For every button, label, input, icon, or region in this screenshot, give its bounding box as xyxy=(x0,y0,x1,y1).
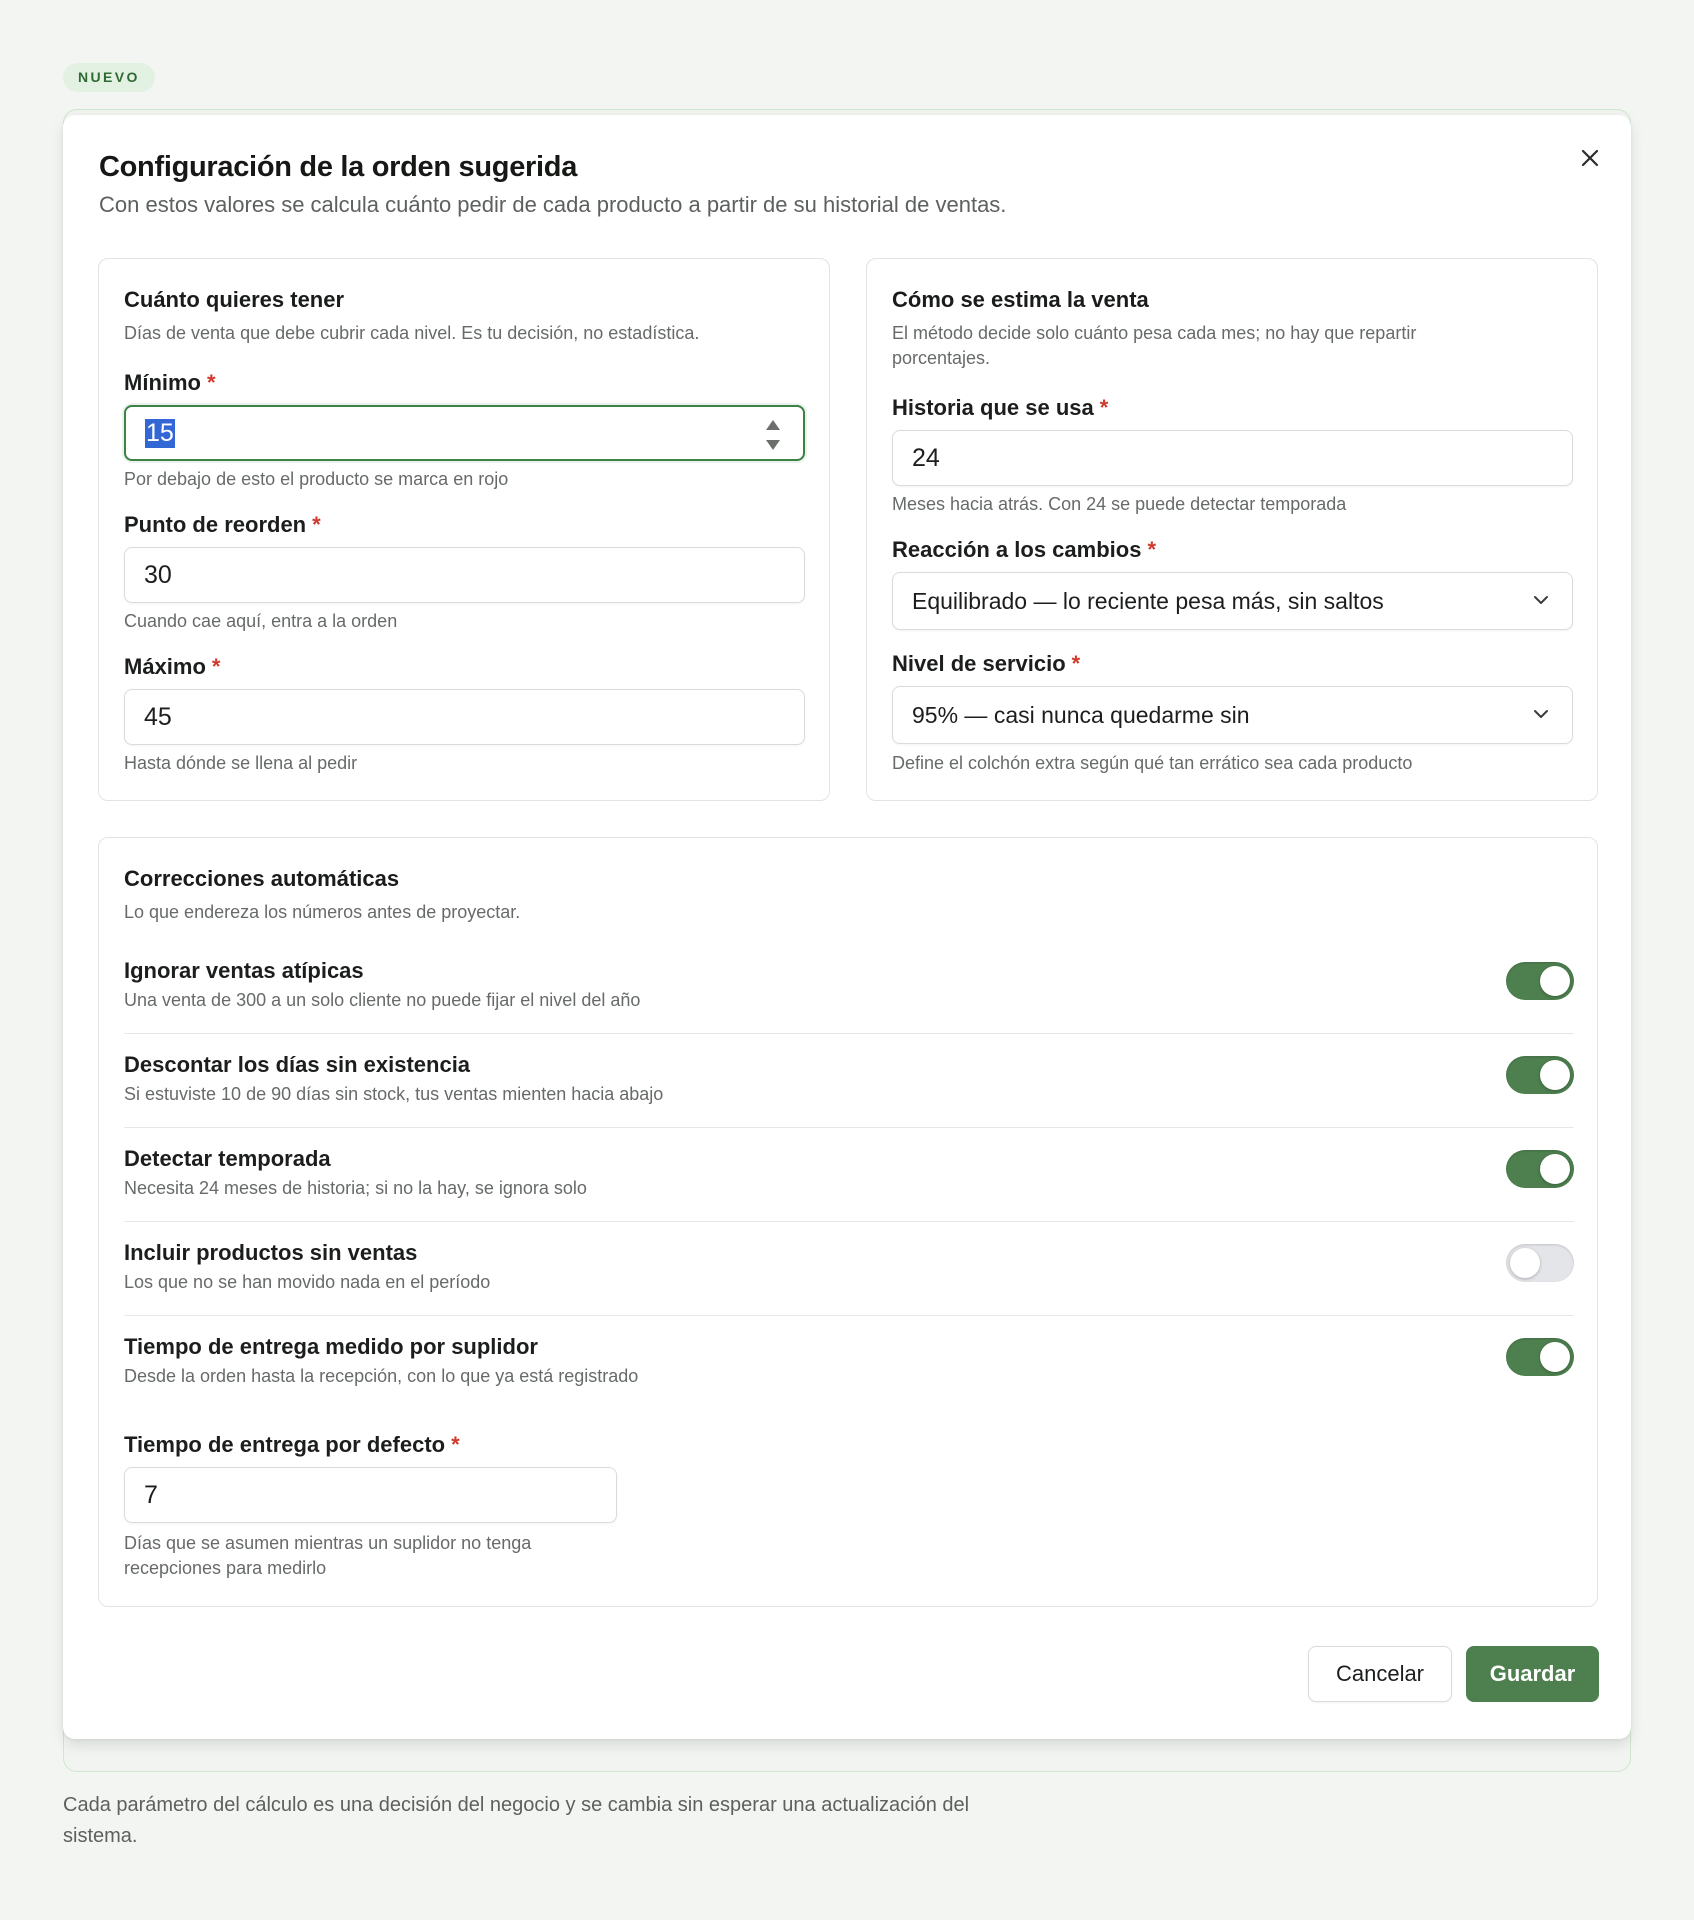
service-level-select[interactable]: 95% — casi nunca quedarme sin xyxy=(892,686,1573,744)
close-icon xyxy=(1581,149,1599,167)
lead-time-value: 7 xyxy=(144,1480,158,1509)
toggle-switch-supplier-lead-time[interactable] xyxy=(1506,1338,1574,1376)
maximum-value: 45 xyxy=(144,702,172,731)
required-asterisk: * xyxy=(1099,395,1109,420)
stepper-down-icon[interactable] xyxy=(766,440,780,450)
toggle-label: Detectar temporada xyxy=(124,1146,331,1171)
reaction-select[interactable]: Equilibrado — lo reciente pesa más, sin … xyxy=(892,572,1573,630)
required-asterisk: * xyxy=(211,654,221,679)
toggle-label: Ignorar ventas atípicas xyxy=(124,958,364,983)
minimum-label: Mínimo * xyxy=(124,370,216,395)
card-description: Lo que endereza los números antes de pro… xyxy=(124,902,521,922)
toggle-label: Descontar los días sin existencia xyxy=(124,1052,471,1077)
number-stepper[interactable] xyxy=(765,420,781,450)
reorder-input[interactable]: 30 xyxy=(124,547,805,603)
footer-note: Cada parámetro del cálculo es una decisi… xyxy=(63,1794,970,1847)
service-level-hint: Define el colchón extra según qué tan er… xyxy=(892,753,1413,773)
toggle-row-no-sales: Incluir productos sin ventas Los que no … xyxy=(124,1222,1574,1316)
close-button[interactable] xyxy=(1573,141,1607,175)
stepper-up-icon[interactable] xyxy=(766,420,780,430)
toggle-switch-no-sales[interactable] xyxy=(1506,1244,1574,1282)
required-asterisk: * xyxy=(1071,651,1081,676)
history-value: 24 xyxy=(912,443,940,472)
required-asterisk: * xyxy=(451,1432,460,1457)
history-hint: Meses hacia atrás. Con 24 se puede detec… xyxy=(892,494,1347,514)
new-badge: NUEVO xyxy=(63,63,155,92)
switch-knob xyxy=(1510,1248,1540,1278)
modal-title: Configuración de la orden sugerida xyxy=(99,151,578,183)
reaction-value: Equilibrado — lo reciente pesa más, sin … xyxy=(912,587,1384,614)
toggle-label: Tiempo de entrega medido por suplidor xyxy=(124,1334,538,1359)
toggle-label: Incluir productos sin ventas xyxy=(124,1240,418,1265)
history-input[interactable]: 24 xyxy=(892,430,1573,486)
cancel-button[interactable]: Cancelar xyxy=(1308,1646,1452,1702)
modal-subtitle: Con estos valores se calcula cuánto pedi… xyxy=(99,192,1007,217)
maximum-hint: Hasta dónde se llena al pedir xyxy=(124,753,358,773)
toggle-switch-stockout-days[interactable] xyxy=(1506,1056,1574,1094)
required-asterisk: * xyxy=(207,370,216,395)
required-asterisk: * xyxy=(1147,537,1156,562)
required-asterisk: * xyxy=(312,512,321,537)
chevron-down-icon xyxy=(1534,596,1548,604)
card-description: El método decide solo cuánto pesa cada m… xyxy=(892,323,1417,368)
reaction-label: Reacción a los cambios * xyxy=(892,537,1156,562)
toggle-description: Si estuviste 10 de 90 días sin stock, tu… xyxy=(124,1084,664,1104)
card-title: Correcciones automáticas xyxy=(124,866,400,891)
card-description: Días de venta que debe cubrir cada nivel… xyxy=(124,323,700,343)
switch-knob xyxy=(1540,1342,1570,1372)
lead-time-input[interactable]: 7 xyxy=(124,1467,617,1523)
switch-knob xyxy=(1540,1060,1570,1090)
corrections-card: Correcciones automáticas Lo que endereza… xyxy=(98,837,1598,1607)
switch-knob xyxy=(1540,966,1570,996)
maximum-label: Máximo * xyxy=(124,654,221,679)
history-label: Historia que se usa * xyxy=(892,395,1109,420)
card-title: Cuánto quieres tener xyxy=(124,287,345,312)
service-level-value: 95% — casi nunca quedarme sin xyxy=(912,701,1250,728)
toggle-switch-outliers[interactable] xyxy=(1506,962,1574,1000)
toggle-description: Una venta de 300 a un solo cliente no pu… xyxy=(124,990,641,1010)
maximum-input[interactable]: 45 xyxy=(124,689,805,745)
save-button[interactable]: Guardar xyxy=(1466,1646,1599,1702)
minimum-value: 15 xyxy=(145,418,175,448)
toggle-row-stockout-days: Descontar los días sin existencia Si est… xyxy=(124,1034,1574,1128)
toggle-row-seasonality: Detectar temporada Necesita 24 meses de … xyxy=(124,1128,1574,1222)
toggle-description: Los que no se han movido nada en el perí… xyxy=(124,1272,491,1292)
toggle-description: Desde la orden hasta la recepción, con l… xyxy=(124,1366,639,1386)
reorder-value: 30 xyxy=(144,560,172,589)
minimum-hint: Por debajo de esto el producto se marca … xyxy=(124,469,509,489)
service-level-label: Nivel de servicio * xyxy=(892,651,1081,676)
lead-time-label: Tiempo de entrega por defecto * xyxy=(124,1432,460,1457)
settings-modal: Configuración de la orden sugerida Con e… xyxy=(63,115,1631,1739)
toggle-switch-seasonality[interactable] xyxy=(1506,1150,1574,1188)
reorder-label: Punto de reorden * xyxy=(124,512,321,537)
card-title: Cómo se estima la venta xyxy=(892,287,1149,312)
minimum-input[interactable]: 15 xyxy=(124,405,805,461)
toggle-row-outliers: Ignorar ventas atípicas Una venta de 300… xyxy=(124,940,1574,1034)
toggle-row-supplier-lead-time: Tiempo de entrega medido por suplidor De… xyxy=(124,1316,1574,1410)
forecast-card: Cómo se estima la venta El método decide… xyxy=(866,258,1598,801)
toggle-description: Necesita 24 meses de historia; si no la … xyxy=(124,1178,587,1198)
stock-levels-card: Cuánto quieres tener Días de venta que d… xyxy=(98,258,830,801)
lead-time-hint: Días que se asumen mientras un suplidor … xyxy=(124,1533,532,1578)
switch-knob xyxy=(1540,1154,1570,1184)
chevron-down-icon xyxy=(1534,710,1548,718)
reorder-hint: Cuando cae aquí, entra a la orden xyxy=(124,611,398,631)
